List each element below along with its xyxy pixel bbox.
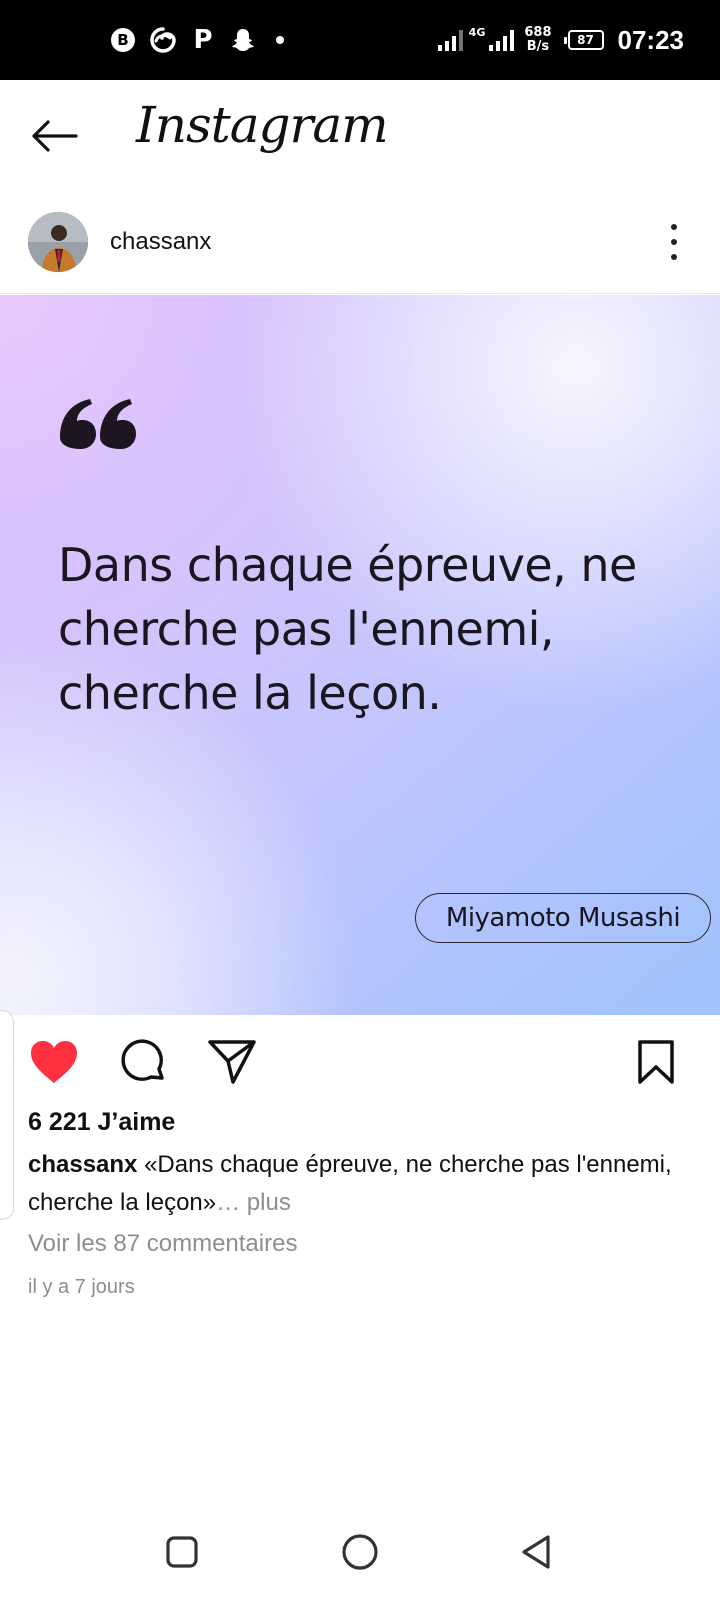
quote-line: cherche la leçon.: [58, 666, 442, 720]
signal-icon-2: [489, 29, 515, 51]
clock: 07:23: [617, 24, 685, 55]
p-app-icon: P: [193, 25, 213, 55]
post-image[interactable]: Dans chaque épreuve, ne cherche pas l'en…: [0, 295, 720, 1015]
save-button[interactable]: [630, 1036, 682, 1088]
circle-icon: [342, 1534, 378, 1570]
comment-bubble-icon: [121, 1039, 164, 1081]
signal-icon: [437, 29, 463, 51]
comment-button[interactable]: [118, 1036, 170, 1088]
view-comments-link[interactable]: Voir les 87 commentaires: [28, 1230, 297, 1258]
paper-plane-icon: [208, 1040, 256, 1084]
quote-author: Miyamoto Musashi: [415, 893, 711, 943]
status-right: 4G 688 B/s 87 07:23: [437, 20, 685, 60]
likes-count[interactable]: 6 221 J’aime: [28, 1108, 175, 1137]
back-arrow-icon: [32, 120, 78, 152]
post-timestamp: il y a 7 jours: [28, 1276, 135, 1298]
bookmark-icon: [638, 1040, 674, 1084]
system-nav-bar: [0, 1500, 720, 1600]
post-header: chassanx: [0, 190, 720, 294]
b-circle-icon: B: [110, 27, 136, 53]
share-button[interactable]: [206, 1036, 258, 1088]
speed-unit: B/s: [526, 39, 550, 54]
post-caption[interactable]: chassanx «Dans chaque épreuve, ne cherch…: [28, 1146, 688, 1222]
back-button[interactable]: [28, 110, 80, 162]
triangle-back-icon: [522, 1535, 550, 1569]
square-icon: [166, 1536, 198, 1568]
instagram-logo: Instagram: [136, 96, 389, 154]
snapchat-ghost-icon: [230, 27, 256, 53]
network-speed: 688 B/s: [524, 26, 551, 54]
back-nav-button[interactable]: [512, 1528, 560, 1576]
quote-line: Dans chaque épreuve, ne: [58, 538, 637, 592]
post-username[interactable]: chassanx: [110, 228, 211, 256]
quote-text: Dans chaque épreuve, ne cherche pas l'en…: [58, 533, 678, 725]
recents-button[interactable]: [158, 1528, 206, 1576]
caption-username[interactable]: chassanx: [28, 1151, 137, 1178]
caption-more-link[interactable]: … plus: [216, 1189, 291, 1216]
battery-level: 87: [577, 33, 594, 47]
status-bar: B P 4G 688 B/s 87 07:23: [0, 0, 720, 80]
speed-value: 688: [524, 25, 552, 40]
more-notifications-dot: [276, 36, 284, 44]
more-options-button[interactable]: [664, 220, 684, 264]
like-button[interactable]: [28, 1036, 80, 1088]
avatar[interactable]: [28, 212, 88, 272]
more-dot-icon: [671, 224, 677, 230]
more-dot-icon: [671, 239, 677, 245]
battery-icon: 87: [563, 30, 604, 50]
quote-mark-icon: [60, 399, 136, 449]
heart-filled-icon: [31, 1041, 77, 1083]
network-type: 4G: [468, 25, 486, 39]
post-actions: [0, 1016, 720, 1106]
quote-line: cherche pas l'ennemi,: [58, 602, 555, 656]
more-dot-icon: [671, 254, 677, 260]
home-button[interactable]: [336, 1528, 384, 1576]
swirl-app-icon: [150, 27, 176, 53]
notification-icons: B P: [110, 24, 284, 56]
app-header: Instagram: [0, 80, 720, 190]
